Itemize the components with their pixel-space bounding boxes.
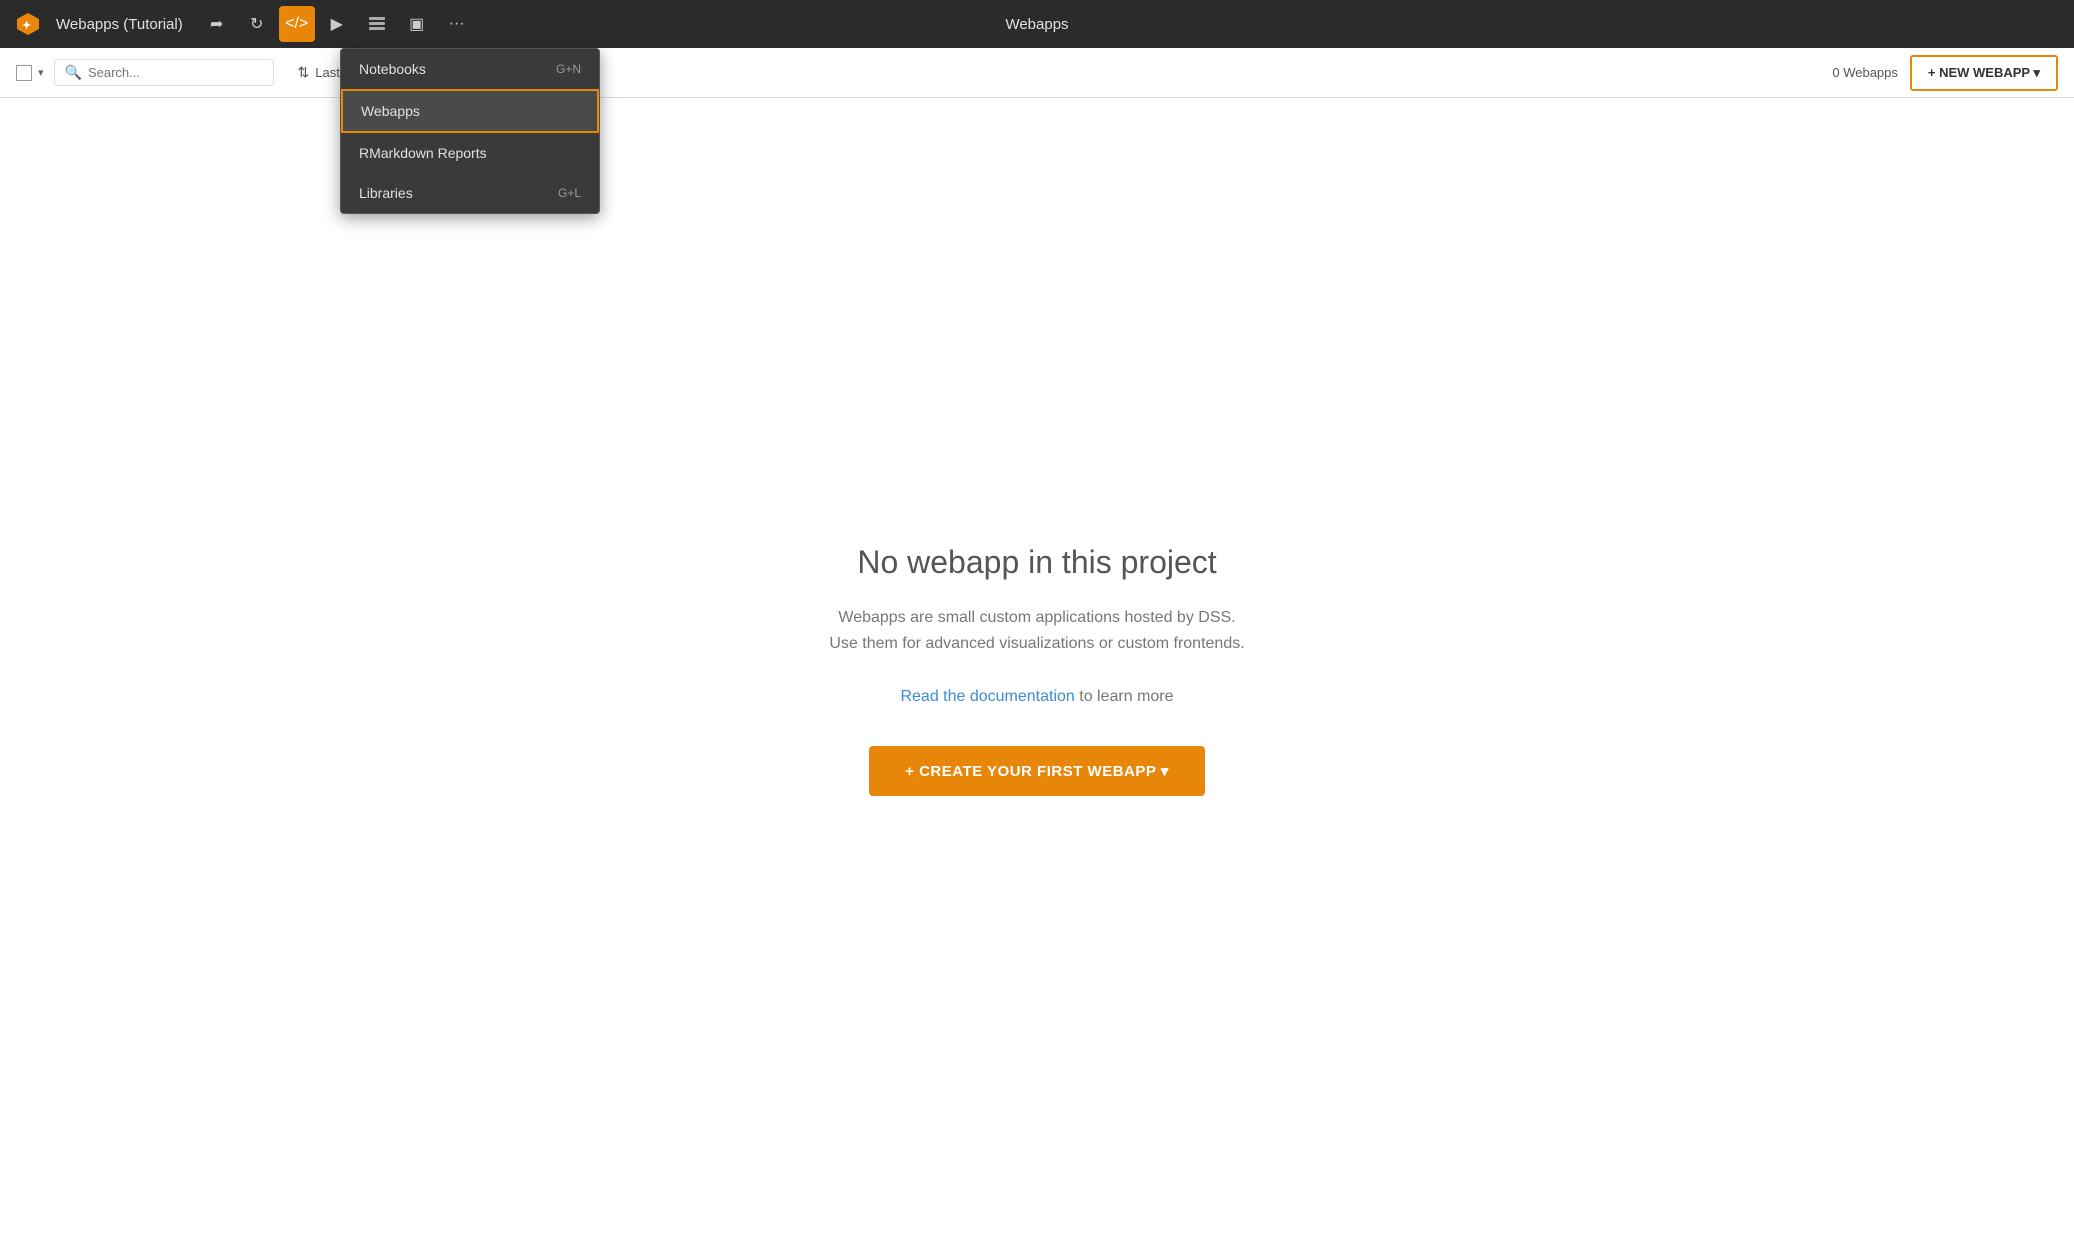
empty-desc-line2: Use them for advanced visualizations or … [829, 635, 1244, 652]
refresh-button[interactable]: ↻ [239, 6, 275, 42]
topbar: ✦ Webapps (Tutorial) ➦ ↻ </> ▶ ▣ ··· Web… [0, 0, 2074, 48]
empty-state-title: No webapp in this project [857, 544, 1216, 581]
sort-icon: ⇅ [298, 64, 310, 81]
empty-desc-line1: Webapps are small custom applications ho… [838, 609, 1235, 626]
dropdown-item-libraries[interactable]: Libraries G+L [341, 173, 599, 213]
share-button[interactable]: ➦ [199, 6, 235, 42]
main-content: No webapp in this project Webapps are sm… [0, 98, 2074, 1242]
empty-state-description: Webapps are small custom applications ho… [829, 605, 1244, 656]
search-input[interactable] [88, 65, 263, 80]
select-all-wrapper: ▾ [16, 64, 46, 81]
more-button[interactable]: ··· [439, 6, 475, 42]
webapp-count: 0 Webapps [1832, 65, 1898, 80]
dss-logo: ✦ [12, 8, 44, 40]
project-title: Webapps (Tutorial) [56, 16, 183, 33]
dropdown-item-rmarkdown[interactable]: RMarkdown Reports [341, 133, 599, 173]
toolbar: ▾ 🔍 ⇅ Last modified ▾ Tags ▾ 0 Webapps +… [0, 48, 2074, 98]
svg-text:✦: ✦ [22, 20, 31, 32]
create-first-webapp-button[interactable]: + CREATE YOUR FIRST WEBAPP ▾ [869, 746, 1205, 796]
deploy-button[interactable] [359, 6, 395, 42]
code-button[interactable]: </> [279, 6, 315, 42]
dropdown-item-notebooks[interactable]: Notebooks G+N [341, 49, 599, 89]
dropdown-item-webapps[interactable]: Webapps [341, 89, 599, 133]
read-more-paragraph: Read the documentation to learn more [900, 684, 1173, 710]
type-dropdown-menu: Notebooks G+N Webapps RMarkdown Reports … [340, 48, 600, 214]
search-wrapper: 🔍 [54, 59, 274, 86]
read-more-suffix: to learn more [1075, 688, 1174, 705]
select-chevron[interactable]: ▾ [36, 64, 46, 81]
new-webapp-button[interactable]: + NEW WEBAPP ▾ [1910, 55, 2058, 91]
select-all-checkbox[interactable] [16, 65, 32, 81]
center-title: Webapps [1005, 16, 1068, 33]
search-icon: 🔍 [65, 64, 82, 81]
run-button[interactable]: ▶ [319, 6, 355, 42]
toolbar-right: 0 Webapps + NEW WEBAPP ▾ [1832, 55, 2058, 91]
monitor-button[interactable]: ▣ [399, 6, 435, 42]
read-more-link[interactable]: Read the documentation [900, 688, 1074, 705]
